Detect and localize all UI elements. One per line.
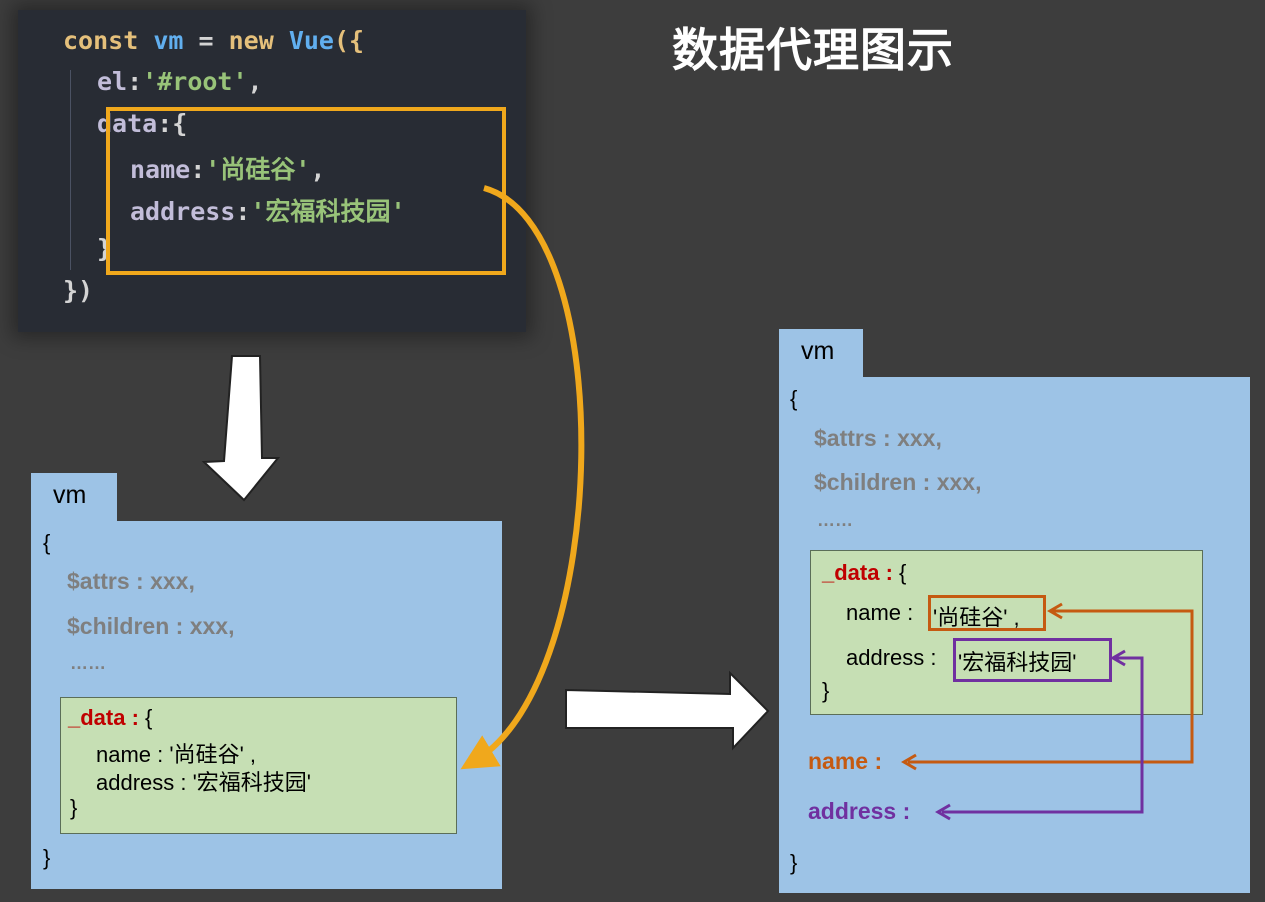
yellow-curve-arrow-icon xyxy=(460,185,585,770)
name-proxy-arrow-icon xyxy=(901,602,1194,771)
right-arrow-icon xyxy=(565,670,770,751)
down-arrow-icon xyxy=(201,355,281,502)
arrows-overlay xyxy=(201,185,1194,821)
address-proxy-arrow-icon xyxy=(935,649,1144,821)
